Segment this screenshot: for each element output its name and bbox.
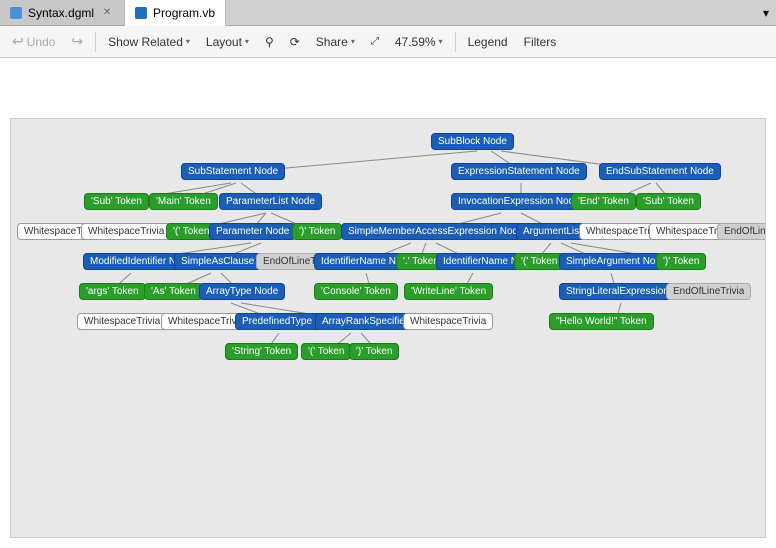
node-endoflinetrivia1[interactable]: EndOfLineTrivia xyxy=(717,223,766,240)
node-string-token[interactable]: 'String' Token xyxy=(225,343,298,360)
node-invocationexpression[interactable]: InvocationExpression Node xyxy=(451,193,587,210)
node-sub-token1[interactable]: 'Sub' Token xyxy=(84,193,149,210)
node-end-token[interactable]: 'End' Token xyxy=(571,193,636,210)
node-subblock[interactable]: SubBlock Node xyxy=(431,133,514,150)
legend-button[interactable]: Legend xyxy=(462,32,514,52)
fit-icon: ⤢ xyxy=(371,36,379,47)
find-button[interactable]: ⚲ xyxy=(259,32,280,52)
find-icon: ⚲ xyxy=(265,35,274,49)
undo-icon: ↩ xyxy=(12,33,24,50)
zoom-arrow: ▾ xyxy=(439,37,443,46)
zoom-button[interactable]: 47.59% ▾ xyxy=(389,32,449,52)
undo-button[interactable]: ↩ Undo xyxy=(6,30,61,53)
sep2 xyxy=(455,32,456,52)
filters-button[interactable]: Filters xyxy=(518,32,563,52)
node-writeline-token[interactable]: 'WriteLine' Token xyxy=(404,283,493,300)
toolbar: ↩ Undo ↪ Show Related ▾ Layout ▾ ⚲ ⟳ Sha… xyxy=(0,26,776,58)
tab-overflow-btn[interactable]: ▾ xyxy=(756,0,776,25)
syntax-tab-label: Syntax.dgml xyxy=(28,6,94,20)
node-whitespacetrivia2[interactable]: WhitespaceTrivia xyxy=(81,223,171,240)
layout-button[interactable]: Layout ▾ xyxy=(200,32,255,52)
tab-program[interactable]: Program.vb xyxy=(125,0,226,26)
program-tab-icon xyxy=(135,7,147,19)
node-main-token[interactable]: 'Main' Token xyxy=(149,193,218,210)
node-parameter-node[interactable]: Parameter Node xyxy=(209,223,296,240)
node-expressionstatement[interactable]: ExpressionStatement Node xyxy=(451,163,587,180)
node-t-token2[interactable]: ')' Token xyxy=(656,253,706,270)
tab-bar: Syntax.dgml ✕ Program.vb ▾ xyxy=(0,0,776,26)
main-area: SubBlock Node SubStatement Node Expressi… xyxy=(0,58,776,548)
show-related-button[interactable]: Show Related ▾ xyxy=(102,32,196,52)
fit-button[interactable]: ⤢ xyxy=(365,33,385,50)
node-endsubstatement[interactable]: EndSubStatement Node xyxy=(599,163,721,180)
node-whitespacetrivia7[interactable]: WhitespaceTrivia xyxy=(403,313,493,330)
show-related-arrow: ▾ xyxy=(186,37,190,46)
node-rparen-token[interactable]: ')' Token xyxy=(349,343,399,360)
node-lparen-token[interactable]: '(' Token xyxy=(301,343,351,360)
node-simplememberaccess[interactable]: SimpleMemberAccessExpression Node xyxy=(341,223,531,240)
redo-icon: ↪ xyxy=(71,33,83,50)
redo-button[interactable]: ↪ xyxy=(65,30,89,53)
tab-bar-filler xyxy=(226,0,756,25)
node-endoflinetrivia3[interactable]: EndOfLineTrivia xyxy=(666,283,751,300)
share-button[interactable]: Share ▾ xyxy=(310,32,361,52)
graph-canvas[interactable]: SubBlock Node SubStatement Node Expressi… xyxy=(10,118,766,538)
node-args-token[interactable]: 'args' Token xyxy=(79,283,146,300)
refresh-icon: ⟳ xyxy=(290,35,300,49)
node-console-token[interactable]: 'Console' Token xyxy=(314,283,398,300)
program-tab-label: Program.vb xyxy=(153,6,215,20)
node-t-token1[interactable]: '(' Token xyxy=(514,253,564,270)
node-parameterlist[interactable]: ParameterList Node xyxy=(219,193,322,210)
syntax-tab-close[interactable]: ✕ xyxy=(100,6,114,20)
node-whitespacetrivia5[interactable]: WhitespaceTrivia xyxy=(77,313,167,330)
layout-arrow: ▾ xyxy=(245,37,249,46)
refresh-button[interactable]: ⟳ xyxy=(284,32,306,52)
tab-syntax[interactable]: Syntax.dgml ✕ xyxy=(0,0,125,25)
node-arraytype[interactable]: ArrayType Node xyxy=(199,283,285,300)
node-paren-token2[interactable]: ')' Token xyxy=(292,223,342,240)
syntax-tab-icon xyxy=(10,7,22,19)
node-as-token[interactable]: 'As' Token xyxy=(144,283,203,300)
node-substatement[interactable]: SubStatement Node xyxy=(181,163,285,180)
node-sub-token2[interactable]: 'Sub' Token xyxy=(636,193,701,210)
node-helloworld-token[interactable]: "Hello World!" Token xyxy=(549,313,654,330)
share-arrow: ▾ xyxy=(351,37,355,46)
sep1 xyxy=(95,32,96,52)
